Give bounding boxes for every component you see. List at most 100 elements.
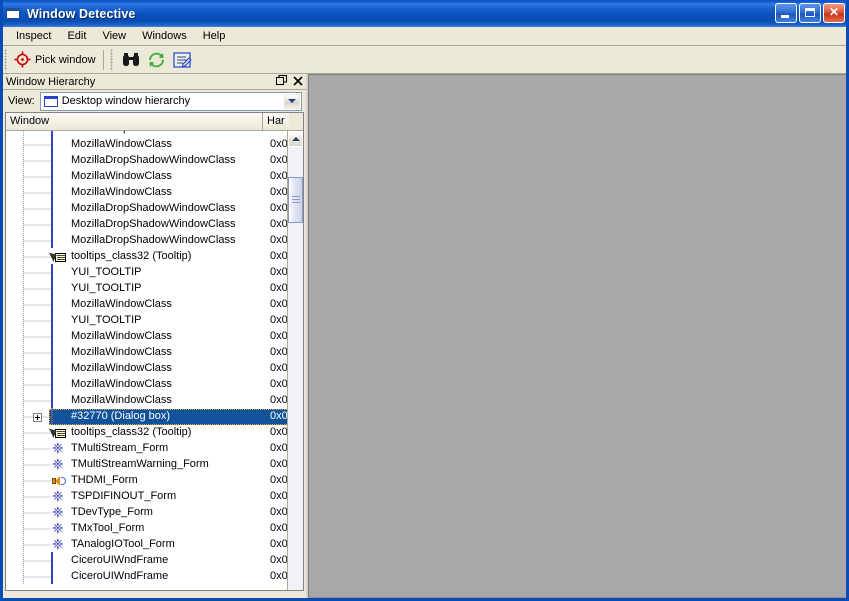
tree-row[interactable]: MozillaDropShadowWindowClass 0x0 (6, 216, 289, 233)
row-label: CiceroUIWndFrame (71, 554, 169, 566)
menu-item-windows[interactable]: Windows (134, 28, 195, 44)
tree-row[interactable]: MozillaDropShadowWindowClass 0x0 (6, 200, 289, 217)
minimize-button[interactable] (775, 3, 797, 23)
row-label: MozillaWindowClass (71, 394, 172, 406)
row-label: YUI_TOOLTIP (71, 282, 142, 294)
row-handle: 0x0 (270, 490, 288, 502)
tree-row[interactable]: TDevType_Form 0x0 (6, 505, 289, 521)
tree-connector (23, 489, 51, 505)
row-handle: 0x0 (270, 378, 288, 390)
tree-row[interactable]: CiceroUIWndFrame 0x0 (6, 552, 289, 569)
menu-item-help[interactable]: Help (195, 28, 234, 44)
row-label: MozillaDropShadowWindowClass (71, 154, 236, 166)
window-icon (51, 552, 53, 568)
row-handle: 0x0 (270, 330, 288, 342)
tree-row[interactable]: CiceroUIWndFrame 0x0 (6, 568, 289, 585)
row-icon (51, 296, 67, 312)
row-handle: 0x0 (270, 522, 288, 534)
column-header-window[interactable]: Window (6, 113, 263, 130)
row-handle: 0x0 (270, 442, 288, 454)
window-icon (51, 184, 53, 200)
float-undock-icon[interactable] (276, 75, 287, 89)
tree-row[interactable]: MozillaWindowClass 0x0 (6, 328, 289, 345)
properties-button[interactable] (172, 49, 194, 71)
window-icon (51, 216, 53, 232)
toolbar-grip-2[interactable] (108, 48, 116, 71)
view-selector-row: View: Desktop window hierarchy (3, 90, 306, 112)
row-icon (51, 443, 67, 456)
menu-item-edit[interactable]: Edit (59, 28, 94, 44)
window-tree: Window Har MozillaDropShadowWindowClass 0… (5, 112, 304, 591)
float-undock-glyph (276, 75, 287, 85)
maximize-button[interactable] (799, 3, 821, 23)
tree-row[interactable]: YUI_TOOLTIP 0x0 (6, 280, 289, 297)
row-label: TAnalogIOTool_Form (71, 538, 175, 550)
tree-row[interactable]: THDMI_Form 0x0 (6, 473, 289, 489)
tree-row[interactable]: TMxTool_Form 0x0 (6, 521, 289, 537)
main-client-area[interactable] (308, 74, 846, 598)
row-label: TDevType_Form (71, 506, 153, 518)
row-icon (51, 152, 67, 168)
tree-scrollbar[interactable] (287, 131, 303, 590)
tree-row[interactable]: TMultiStreamWarning_Form 0x0 (6, 457, 289, 473)
row-icon (51, 360, 67, 376)
pick-window-label: Pick window (35, 53, 96, 66)
tree-body[interactable]: MozillaDropShadowWindowClass0x0MozillaWi… (6, 131, 303, 590)
menu-item-view[interactable]: View (94, 28, 134, 44)
row-handle: 0x0 (270, 554, 288, 566)
tree-row[interactable]: MozillaDropShadowWindowClass 0x0 (6, 152, 289, 169)
panel-close-icon[interactable] (293, 75, 303, 89)
pick-window-button[interactable]: Pick window (12, 49, 101, 71)
binoculars-find-icon (122, 52, 139, 66)
window-icon (51, 360, 53, 376)
row-handle: 0x0 (270, 314, 288, 326)
find-button[interactable] (120, 49, 142, 71)
tree-row[interactable]: tooltips_class32 (Tooltip) 0x0 (6, 249, 289, 265)
tree-row[interactable]: MozillaWindowClass 0x0 (6, 360, 289, 377)
tree-row[interactable]: MozillaWindowClass 0x0 (6, 344, 289, 361)
tree-row[interactable]: TMultiStream_Form 0x0 (6, 441, 289, 457)
column-header-handle[interactable]: Har (263, 113, 289, 130)
tree-connector (23, 521, 51, 537)
tree-row[interactable]: #32770 (Dialog box) 0x0 (6, 408, 289, 425)
row-label: MozillaDropShadowWindowClass (71, 218, 236, 230)
row-icon (51, 184, 67, 200)
close-button[interactable] (823, 3, 845, 23)
chevron-down-icon[interactable] (284, 93, 300, 109)
row-icon (51, 507, 67, 520)
tree-row[interactable]: MozillaWindowClass 0x0 (6, 392, 289, 409)
tree-connector (23, 505, 51, 521)
row-handle: 0x0 (270, 186, 288, 198)
row-icon (51, 552, 67, 568)
tree-row[interactable]: TAnalogIOTool_Form 0x0 (6, 537, 289, 553)
tree-row[interactable]: YUI_TOOLTIP 0x0 (6, 312, 289, 329)
tree-row[interactable]: tooltips_class32 (Tooltip) 0x0 (6, 425, 289, 441)
tree-connector (23, 361, 51, 377)
menu-bar: Inspect Edit View Windows Help (3, 27, 846, 46)
expand-toggle[interactable] (33, 413, 42, 422)
toolbar-grip-1[interactable] (3, 48, 10, 71)
tree-row[interactable]: MozillaDropShadowWindowClass 0x0 (6, 232, 289, 249)
tree-row[interactable]: MozillaWindowClass 0x0 (6, 296, 289, 313)
view-label: View: (8, 95, 35, 107)
tree-row[interactable]: YUI_TOOLTIP 0x0 (6, 264, 289, 281)
view-combobox[interactable]: Desktop window hierarchy (39, 91, 302, 111)
window-icon (51, 232, 53, 248)
tree-connector (23, 249, 51, 265)
tree-row[interactable]: TSPDIFINOUT_Form 0x0 (6, 489, 289, 505)
row-label: tooltips_class32 (Tooltip) (71, 250, 192, 262)
window-icon (51, 168, 53, 184)
scrollbar-thumb[interactable] (288, 177, 303, 223)
tree-row[interactable]: MozillaWindowClass 0x0 (6, 376, 289, 393)
row-label: #32770 (Dialog box) (71, 410, 171, 422)
tree-row[interactable]: MozillaWindowClass 0x0 (6, 168, 289, 185)
tree-row[interactable]: MozillaWindowClass 0x0 (6, 184, 289, 201)
row-icon (51, 168, 67, 184)
menu-item-inspect[interactable]: Inspect (8, 28, 59, 44)
window-detective-app: Window Detective Inspect Edit View Windo… (0, 0, 849, 601)
refresh-button[interactable] (146, 49, 168, 71)
scroll-up-arrow[interactable] (288, 131, 303, 147)
row-label: MozillaDropShadowWindowClass (71, 234, 236, 246)
tree-row[interactable]: MozillaWindowClass 0x0 (6, 136, 289, 153)
toolbar-separator (102, 49, 104, 70)
